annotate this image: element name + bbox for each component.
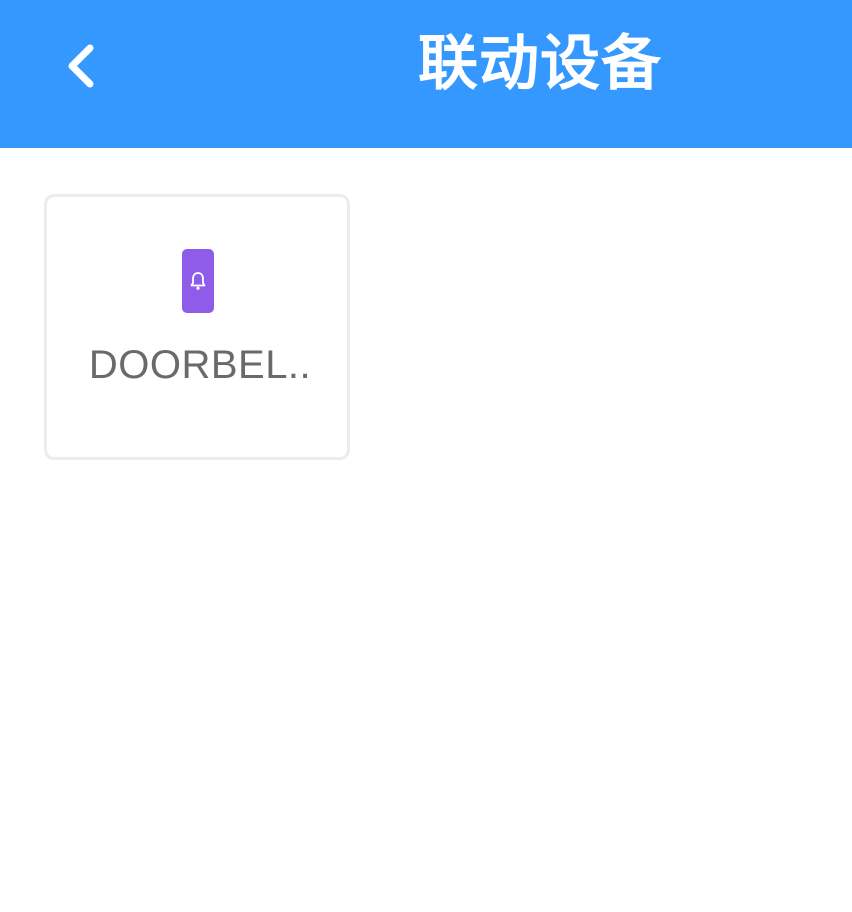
app-header: 联动设备 [0,0,852,148]
page-title: 联动设备 [418,29,662,99]
chevron-left-icon [68,44,94,88]
device-name: DOORBEL.. [88,343,312,387]
doorbell-icon [182,249,214,313]
back-button[interactable] [50,30,114,102]
device-card[interactable]: DOORBEL.. [44,194,350,460]
